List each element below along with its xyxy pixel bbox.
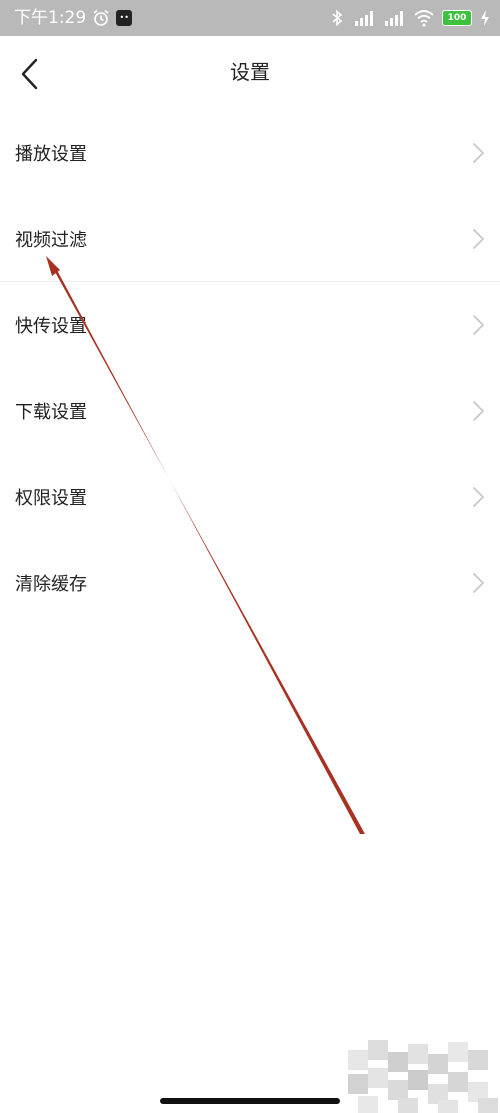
signal-icon — [385, 11, 403, 26]
item-label: 视频过滤 — [15, 230, 87, 251]
list-item-video-filter[interactable]: 视频过滤 — [0, 196, 500, 282]
status-bar: 下午1:29 •• 100 — [0, 0, 500, 36]
home-indicator[interactable] — [160, 1098, 340, 1104]
app-badge-icon: •• — [116, 10, 133, 26]
item-label: 清除缓存 — [15, 574, 87, 595]
charging-icon — [481, 10, 489, 26]
chevron-right-icon — [473, 315, 484, 335]
chevron-right-icon — [473, 487, 484, 507]
battery-icon: 100 — [442, 10, 472, 26]
chevron-right-icon — [473, 573, 484, 593]
bluetooth-icon — [332, 9, 343, 27]
chevron-right-icon — [473, 401, 484, 421]
page-title: 设置 — [230, 60, 270, 84]
header: 设置 — [0, 36, 500, 108]
item-label: 权限设置 — [15, 488, 87, 509]
item-label: 播放设置 — [15, 144, 87, 165]
item-label: 快传设置 — [15, 316, 87, 337]
alarm-icon — [93, 9, 109, 26]
list-item-download-settings[interactable]: 下载设置 — [0, 368, 500, 454]
signal-icon — [355, 11, 373, 26]
item-label: 下载设置 — [15, 402, 87, 423]
settings-screen: 下午1:29 •• 100 设置 播放设置 视频过滤 快传设置 下载设置 权限设… — [0, 0, 500, 1113]
list-item-playback-settings[interactable]: 播放设置 — [0, 110, 500, 196]
list-item-permission-settings[interactable]: 权限设置 — [0, 454, 500, 540]
chevron-right-icon — [473, 229, 484, 249]
list-item-clear-cache[interactable]: 清除缓存 — [0, 540, 500, 626]
list-item-fast-transfer-settings[interactable]: 快传设置 — [0, 282, 500, 368]
watermark — [348, 1040, 498, 1113]
status-right: 100 — [328, 0, 490, 36]
status-time: 下午1:29 — [14, 8, 87, 28]
chevron-right-icon — [473, 143, 484, 163]
status-left: 下午1:29 •• — [14, 0, 133, 36]
settings-list: 播放设置 视频过滤 快传设置 下载设置 权限设置 清除缓存 — [0, 110, 500, 626]
wifi-icon — [414, 10, 434, 27]
